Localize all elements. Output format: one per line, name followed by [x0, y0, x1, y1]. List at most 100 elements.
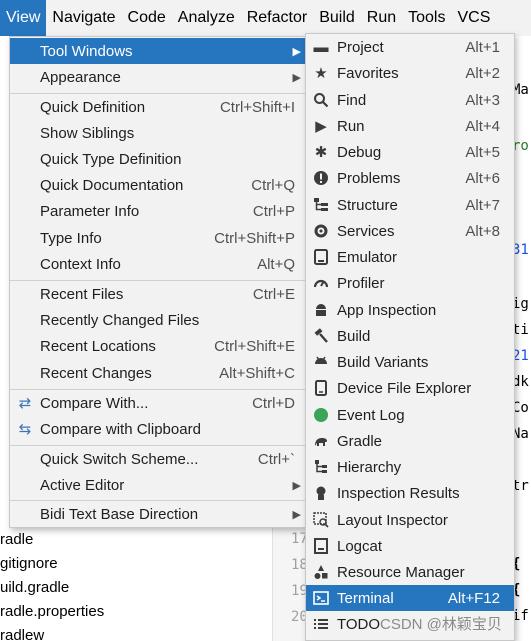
layout-inspector-icon: [312, 511, 330, 529]
tool-window-build[interactable]: Build: [306, 323, 514, 349]
tool-window-build-variants[interactable]: Build Variants: [306, 349, 514, 375]
tool-window-debug[interactable]: ✱ Debug Alt+5: [306, 139, 514, 165]
menu-item-compare-clipboard[interactable]: ⇆ Compare with Clipboard: [10, 416, 305, 442]
menu-item-recent-locations[interactable]: Recent Locations Ctrl+Shift+E: [10, 333, 305, 359]
emulator-icon: [312, 248, 330, 266]
menu-item-quick-definition[interactable]: Quick Definition Ctrl+Shift+I: [10, 94, 305, 120]
project-tree-item[interactable]: radle: [0, 528, 33, 552]
line-number: 19: [291, 583, 308, 599]
android-icon: [312, 353, 330, 371]
project-tree-item[interactable]: gitignore: [0, 552, 58, 576]
tool-window-resource-manager[interactable]: Resource Manager: [306, 559, 514, 585]
menu-item-label: Context Info: [40, 255, 121, 273]
tool-window-device-file-explorer[interactable]: Device File Explorer: [306, 375, 514, 401]
tool-window-structure[interactable]: Structure Alt+7: [306, 192, 514, 218]
todo-icon: [312, 615, 330, 633]
menu-item-quick-type-definition[interactable]: Quick Type Definition: [10, 146, 305, 172]
menu-item-quick-switch-scheme[interactable]: Quick Switch Scheme... Ctrl+`: [10, 446, 305, 472]
tool-window-label: Project: [337, 38, 384, 56]
search-icon: [312, 91, 330, 109]
tool-window-label: Build: [337, 327, 371, 345]
submenu-arrow-icon: ▶: [292, 479, 301, 492]
menu-refactor[interactable]: Refactor: [241, 0, 313, 36]
menu-view[interactable]: View: [0, 0, 47, 36]
menu-build[interactable]: Build: [313, 0, 361, 36]
watermark: CSDN @林颖宝贝: [380, 616, 502, 633]
tool-window-label: App Inspection: [337, 301, 437, 319]
menu-item-tool-windows[interactable]: Tool Windows ▶: [10, 38, 305, 64]
tool-window-find[interactable]: Find Alt+3: [306, 87, 514, 113]
tool-window-label: Structure: [337, 196, 398, 214]
menu-item-recently-changed-files[interactable]: Recently Changed Files: [10, 307, 305, 333]
project-tree-item[interactable]: radlew: [0, 624, 44, 641]
tool-window-label: Resource Manager: [337, 563, 465, 581]
menu-item-shortcut: Ctrl+`: [257, 450, 295, 468]
menu-item-show-siblings[interactable]: Show Siblings: [10, 120, 305, 146]
tool-window-label: Gradle: [337, 432, 383, 450]
menu-run[interactable]: Run: [361, 0, 402, 36]
menu-item-recent-changes[interactable]: Recent Changes Alt+Shift+C: [10, 360, 305, 386]
tool-window-event-log[interactable]: Event Log: [306, 402, 514, 428]
tool-window-logcat[interactable]: Logcat: [306, 533, 514, 559]
tool-window-favorites[interactable]: ★ Favorites Alt+2: [306, 60, 514, 86]
tool-windows-submenu: ▬ Project Alt+1 ★ Favorites Alt+2 Find A…: [305, 33, 515, 641]
play-icon: ▶: [315, 118, 327, 135]
tool-window-label: Inspection Results: [337, 484, 460, 502]
tool-window-gradle[interactable]: Gradle: [306, 428, 514, 454]
menu-item-label: Compare With...: [40, 394, 149, 412]
compare-clipboard-icon: ⇆: [18, 421, 32, 438]
tool-window-label: Run: [337, 117, 365, 135]
menu-item-label: Quick Definition: [40, 98, 146, 116]
project-tree-item[interactable]: radle.properties: [0, 600, 104, 624]
tool-window-label: Terminal: [337, 589, 394, 607]
tool-window-label: Event Log: [337, 406, 405, 424]
menu-item-bidi-text-direction[interactable]: Bidi Text Base Direction ▶: [10, 501, 305, 527]
menu-item-recent-files[interactable]: Recent Files Ctrl+E: [10, 281, 305, 307]
menu-navigate[interactable]: Navigate: [46, 0, 121, 36]
alert-icon: [312, 169, 330, 187]
tool-window-hierarchy[interactable]: Hierarchy: [306, 454, 514, 480]
menu-item-parameter-info[interactable]: Parameter Info Ctrl+P: [10, 198, 305, 224]
project-tree-item[interactable]: uild.gradle: [0, 576, 69, 600]
tool-window-layout-inspector[interactable]: Layout Inspector: [306, 507, 514, 533]
structure-icon: [312, 196, 330, 214]
tool-window-project[interactable]: ▬ Project Alt+1: [306, 34, 514, 60]
terminal-icon: [312, 589, 330, 607]
menu-item-quick-documentation[interactable]: Quick Documentation Ctrl+Q: [10, 172, 305, 198]
tool-window-shortcut: Alt+1: [465, 38, 500, 56]
menu-item-compare-with[interactable]: ⇄ Compare With... Ctrl+D: [10, 390, 305, 416]
inspection-icon: [312, 484, 330, 502]
menu-item-type-info[interactable]: Type Info Ctrl+Shift+P: [10, 225, 305, 251]
menu-item-active-editor[interactable]: Active Editor ▶: [10, 472, 305, 498]
logcat-icon: [312, 537, 330, 555]
menu-analyze[interactable]: Analyze: [172, 0, 241, 36]
tool-window-run[interactable]: ▶ Run Alt+4: [306, 113, 514, 139]
menu-item-appearance[interactable]: Appearance ▶: [10, 64, 305, 90]
tool-window-label: TODO: [337, 615, 381, 633]
menu-code[interactable]: Code: [122, 0, 172, 36]
submenu-arrow-icon: ▶: [292, 508, 301, 521]
tool-window-profiler[interactable]: Profiler: [306, 270, 514, 296]
gauge-icon: [312, 274, 330, 292]
star-icon: ★: [314, 65, 328, 82]
tool-window-shortcut: Alt+5: [465, 143, 500, 161]
compare-arrows-icon: ⇄: [18, 395, 32, 412]
submenu-arrow-icon: ▶: [292, 45, 301, 58]
menu-vcs[interactable]: VCS: [451, 0, 496, 36]
tool-window-app-inspection[interactable]: App Inspection: [306, 297, 514, 323]
tool-window-label: Services: [337, 222, 395, 240]
menu-item-shortcut: Ctrl+P: [252, 202, 295, 220]
tool-window-services[interactable]: Services Alt+8: [306, 218, 514, 244]
menu-item-context-info[interactable]: Context Info Alt+Q: [10, 251, 305, 277]
android-icon: [312, 301, 330, 319]
tool-window-terminal[interactable]: Terminal Alt+F12: [306, 585, 514, 611]
line-number: 17: [291, 531, 308, 547]
tool-window-inspection-results[interactable]: Inspection Results: [306, 480, 514, 506]
menu-item-label: Active Editor: [40, 476, 125, 494]
menu-tools[interactable]: Tools: [402, 0, 451, 36]
tool-window-emulator[interactable]: Emulator: [306, 244, 514, 270]
tool-window-problems[interactable]: Problems Alt+6: [306, 165, 514, 191]
device-icon: [312, 379, 330, 397]
folder-icon: ▬: [313, 38, 329, 56]
bug-icon: ✱: [314, 144, 328, 161]
